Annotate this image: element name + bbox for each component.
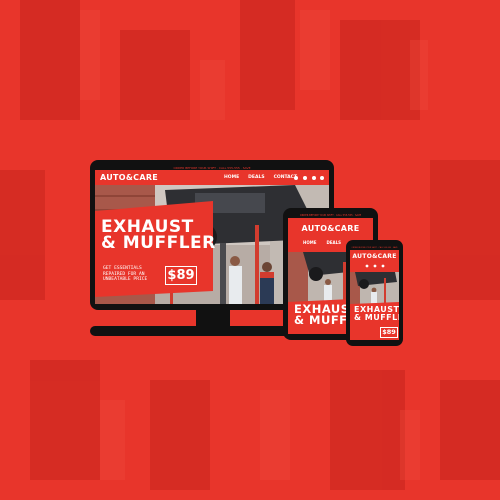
phone-headline-line-2: & MUFFLER <box>354 312 399 322</box>
nav-menu: HOME DEALS CONTACT <box>223 175 298 180</box>
tablet-nav-home-link[interactable]: HOME <box>302 240 317 245</box>
subtext-line-3: UNBEATABLE PRICE <box>103 277 148 283</box>
headline-line-2: & MUFFLER <box>101 233 216 254</box>
phone-navbar: AUTO&CARE <box>350 250 399 272</box>
phone-price-badge[interactable]: $89 <box>380 327 398 338</box>
hero-headline: EXHAUST & MUFFLER <box>101 218 216 254</box>
hero-subtext: GET ESSENTIALS REPAIRED FOR AN UNBEATABL… <box>103 266 147 283</box>
monitor-stand-base <box>90 326 296 336</box>
phone-device: ORDER BEFORE YOUR SHIFT · CALL 555-555 ·… <box>346 240 403 346</box>
nav-icons <box>294 176 324 180</box>
site-navbar: AUTO&CARE HOME DEALS CONTACT <box>95 170 329 185</box>
nav-deals-link[interactable]: DEALS <box>247 175 265 180</box>
phone-site-logo[interactable]: AUTO&CARE <box>350 253 399 260</box>
subtext-line-1: GET ESSENTIALS <box>103 266 142 271</box>
phone-screen: ORDER BEFORE YOUR SHIFT · CALL 555-555 ·… <box>350 246 399 340</box>
phone-hero-headline: EXHAUST & MUFFLER <box>354 306 399 321</box>
nav-home-link[interactable]: HOME <box>223 175 240 180</box>
tablet-site-logo[interactable]: AUTO&CARE <box>288 224 373 233</box>
phone-menu-icons <box>365 264 385 268</box>
tablet-nav-deals-link[interactable]: DEALS <box>325 240 342 245</box>
site-logo[interactable]: AUTO&CARE <box>100 173 158 182</box>
price-badge[interactable]: $89 <box>165 266 197 285</box>
